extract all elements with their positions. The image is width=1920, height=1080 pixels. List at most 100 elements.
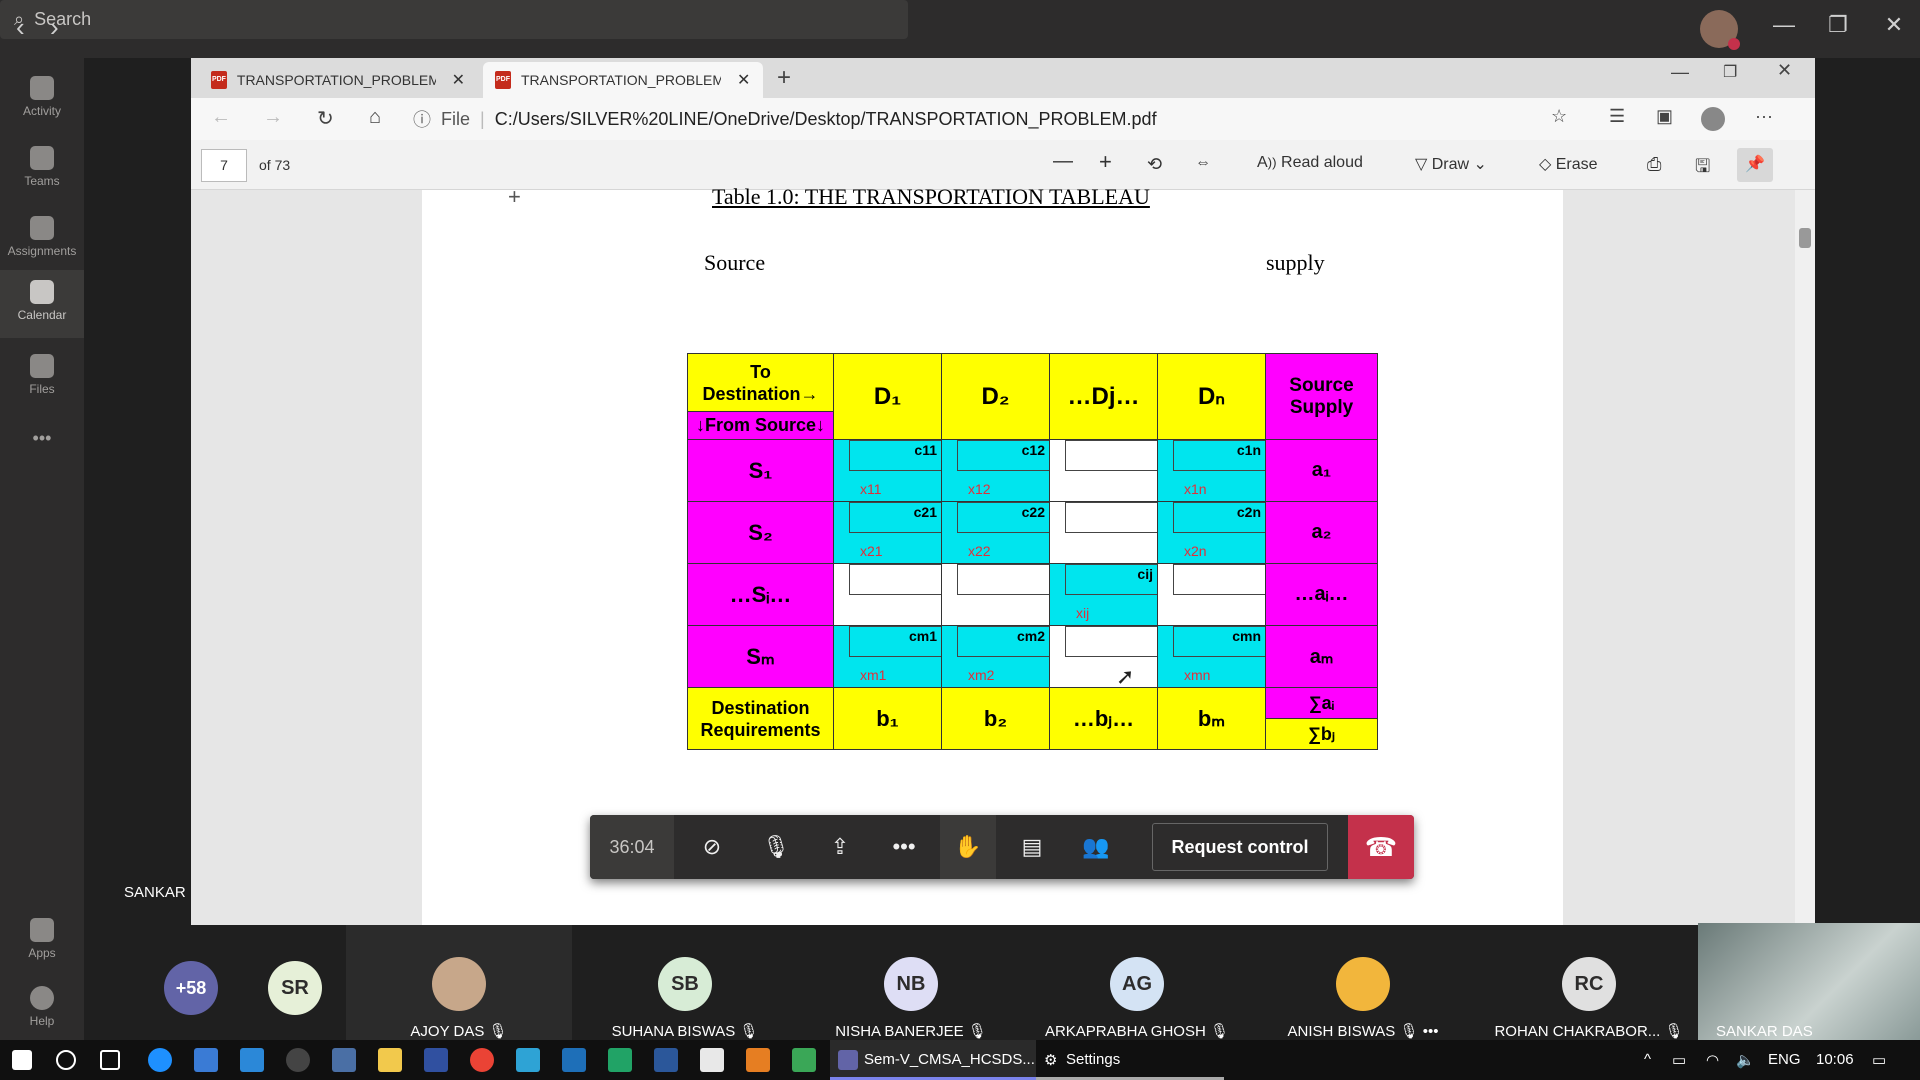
- forward-arrow-icon[interactable]: ›: [50, 12, 59, 43]
- request-control-button[interactable]: Request control: [1152, 823, 1328, 871]
- rail-item-apps[interactable]: Apps: [0, 908, 84, 976]
- source-label-cell: S₂: [687, 501, 834, 564]
- refresh-icon[interactable]: ↻: [317, 106, 334, 131]
- zoom-out-icon[interactable]: —: [1053, 150, 1073, 173]
- document-icon[interactable]: [700, 1048, 724, 1072]
- chevron-up-icon[interactable]: ^: [1644, 1051, 1651, 1068]
- browser-minimize-icon[interactable]: —: [1671, 62, 1689, 83]
- photos-icon[interactable]: [332, 1048, 356, 1072]
- media-icon[interactable]: [286, 1048, 310, 1072]
- hang-up-button[interactable]: ☎: [1348, 815, 1414, 879]
- collections-icon[interactable]: ▣: [1656, 106, 1673, 127]
- settings-taskbar-window[interactable]: ⚙ Settings: [1036, 1040, 1224, 1080]
- erase-button[interactable]: ◇ Erase: [1539, 154, 1598, 174]
- language-indicator[interactable]: ENG: [1768, 1051, 1801, 1068]
- forward-icon[interactable]: →: [263, 106, 283, 129]
- store-icon[interactable]: [194, 1048, 218, 1072]
- rail-item-teams[interactable]: Teams: [0, 136, 84, 204]
- browser-tab[interactable]: PDF TRANSPORTATION_PROBLEM.p... ✕: [199, 62, 477, 98]
- participant-avatar[interactable]: SR: [268, 961, 322, 1015]
- zoom-in-icon[interactable]: +: [1099, 149, 1112, 175]
- home-icon[interactable]: ⌂: [369, 106, 381, 129]
- app-icon[interactable]: [792, 1048, 816, 1072]
- new-tab-icon[interactable]: +: [777, 64, 791, 92]
- windows-start-icon[interactable]: [12, 1050, 32, 1070]
- browser-close-icon[interactable]: ✕: [1777, 60, 1792, 81]
- file-explorer-icon[interactable]: [378, 1048, 402, 1072]
- app-icon[interactable]: [746, 1048, 770, 1072]
- app-icon[interactable]: [516, 1048, 540, 1072]
- gear-icon: ⚙: [1044, 1052, 1058, 1069]
- task-view-icon[interactable]: [100, 1050, 120, 1070]
- participant-tile[interactable]: AJOY DAS 🎙: [346, 925, 572, 1040]
- app-icon[interactable]: [424, 1048, 448, 1072]
- address-bar[interactable]: ⓘ File | C:/Users/SILVER%20LINE/OneDrive…: [413, 103, 1783, 135]
- app-icon[interactable]: [608, 1048, 632, 1072]
- participant-tile[interactable]: AG ARKAPRABHA GHOSH 🎙: [1024, 925, 1250, 1040]
- overflow-participants-badge[interactable]: +58: [164, 961, 218, 1015]
- battery-icon[interactable]: ▭: [1672, 1051, 1686, 1069]
- close-icon[interactable]: ✕: [1874, 12, 1914, 38]
- self-video-tile[interactable]: SANKAR DAS: [1698, 923, 1920, 1040]
- share-screen-icon[interactable]: ⇪: [812, 815, 868, 879]
- participants-icon[interactable]: 👥: [1068, 815, 1124, 879]
- back-icon[interactable]: ←: [211, 106, 231, 129]
- notification-icon[interactable]: ▭: [1872, 1051, 1886, 1069]
- camera-off-icon[interactable]: ⊘: [684, 815, 740, 879]
- cortana-icon[interactable]: [56, 1050, 76, 1070]
- print-icon[interactable]: ⎙: [1647, 154, 1661, 175]
- pin-icon[interactable]: 📌: [1737, 148, 1773, 182]
- draw-button[interactable]: ▽ Draw ⌄: [1415, 154, 1487, 174]
- participant-tile[interactable]: ANISH BISWAS 🎙 •••: [1250, 925, 1476, 1040]
- rail-item-assignments[interactable]: Assignments: [0, 206, 84, 274]
- search-input[interactable]: ⌕ Search: [0, 0, 908, 39]
- volume-icon[interactable]: 🔈: [1736, 1051, 1755, 1069]
- unit-cost: cmn: [1232, 628, 1261, 644]
- minimize-icon[interactable]: —: [1764, 12, 1804, 38]
- allocation-variable: xmn: [1184, 667, 1211, 683]
- rail-item-files[interactable]: Files: [0, 344, 84, 412]
- mail-icon[interactable]: [240, 1048, 264, 1072]
- raise-hand-icon[interactable]: ✋: [940, 815, 996, 879]
- participant-tile[interactable]: NB NISHA BANERJEE 🎙: [798, 925, 1024, 1040]
- rail-item-activity[interactable]: Activity: [0, 66, 84, 134]
- rail-more-button[interactable]: •••: [0, 428, 84, 496]
- favorites-icon[interactable]: ☰: [1609, 106, 1625, 127]
- save-icon[interactable]: 🖫: [1695, 154, 1710, 184]
- mic-off-icon[interactable]: 🎙: [748, 815, 804, 879]
- clock[interactable]: 10:06: [1816, 1051, 1854, 1068]
- back-arrow-icon[interactable]: ‹: [16, 12, 25, 43]
- rotate-icon[interactable]: ⟲: [1147, 154, 1162, 175]
- more-icon[interactable]: ···: [1755, 106, 1773, 127]
- rail-item-calendar[interactable]: Calendar: [0, 270, 84, 338]
- chrome-icon[interactable]: [470, 1048, 494, 1072]
- participant-name: AJOY DAS 🎙: [410, 1023, 508, 1040]
- allocation-variable: x11: [860, 481, 882, 497]
- mic-muted-icon: 🎙: [739, 1023, 759, 1040]
- word-icon[interactable]: [654, 1048, 678, 1072]
- close-tab-icon[interactable]: ✕: [737, 70, 750, 90]
- browser-restore-icon[interactable]: ❐: [1723, 62, 1737, 82]
- rail-item-help[interactable]: Help: [0, 976, 84, 1044]
- participant-tile[interactable]: RC ROHAN CHAKRABOR... 🎙: [1476, 925, 1702, 1040]
- more-actions-icon[interactable]: •••: [876, 815, 932, 879]
- source-label-cell: …Sᵢ…: [687, 563, 834, 626]
- fit-page-icon[interactable]: ⇔: [1195, 154, 1211, 172]
- scrollbar-thumb[interactable]: [1799, 228, 1811, 248]
- read-aloud-button[interactable]: A)) Read aloud: [1257, 154, 1363, 172]
- cost-cell: c21 x21: [833, 501, 942, 564]
- profile-icon[interactable]: [1701, 107, 1725, 131]
- edge-icon[interactable]: [148, 1048, 172, 1072]
- restore-icon[interactable]: ❐: [1818, 12, 1858, 38]
- close-tab-icon[interactable]: ✕: [452, 70, 465, 90]
- teams-taskbar-window[interactable]: Sem-V_CMSA_HCSDS...: [830, 1040, 1036, 1080]
- participant-tile[interactable]: SB SUHANA BISWAS 🎙: [572, 925, 798, 1040]
- user-avatar[interactable]: [1700, 10, 1740, 50]
- favorite-star-icon[interactable]: ☆: [1551, 106, 1567, 127]
- browser-tab-active[interactable]: PDF TRANSPORTATION_PROBLEM.p... ✕: [483, 62, 763, 98]
- wifi-icon[interactable]: ◠: [1706, 1051, 1719, 1069]
- vertical-scrollbar[interactable]: [1795, 190, 1815, 925]
- page-number-input[interactable]: 7: [201, 149, 247, 182]
- chat-icon[interactable]: ▤: [1004, 815, 1060, 879]
- app-icon[interactable]: [562, 1048, 586, 1072]
